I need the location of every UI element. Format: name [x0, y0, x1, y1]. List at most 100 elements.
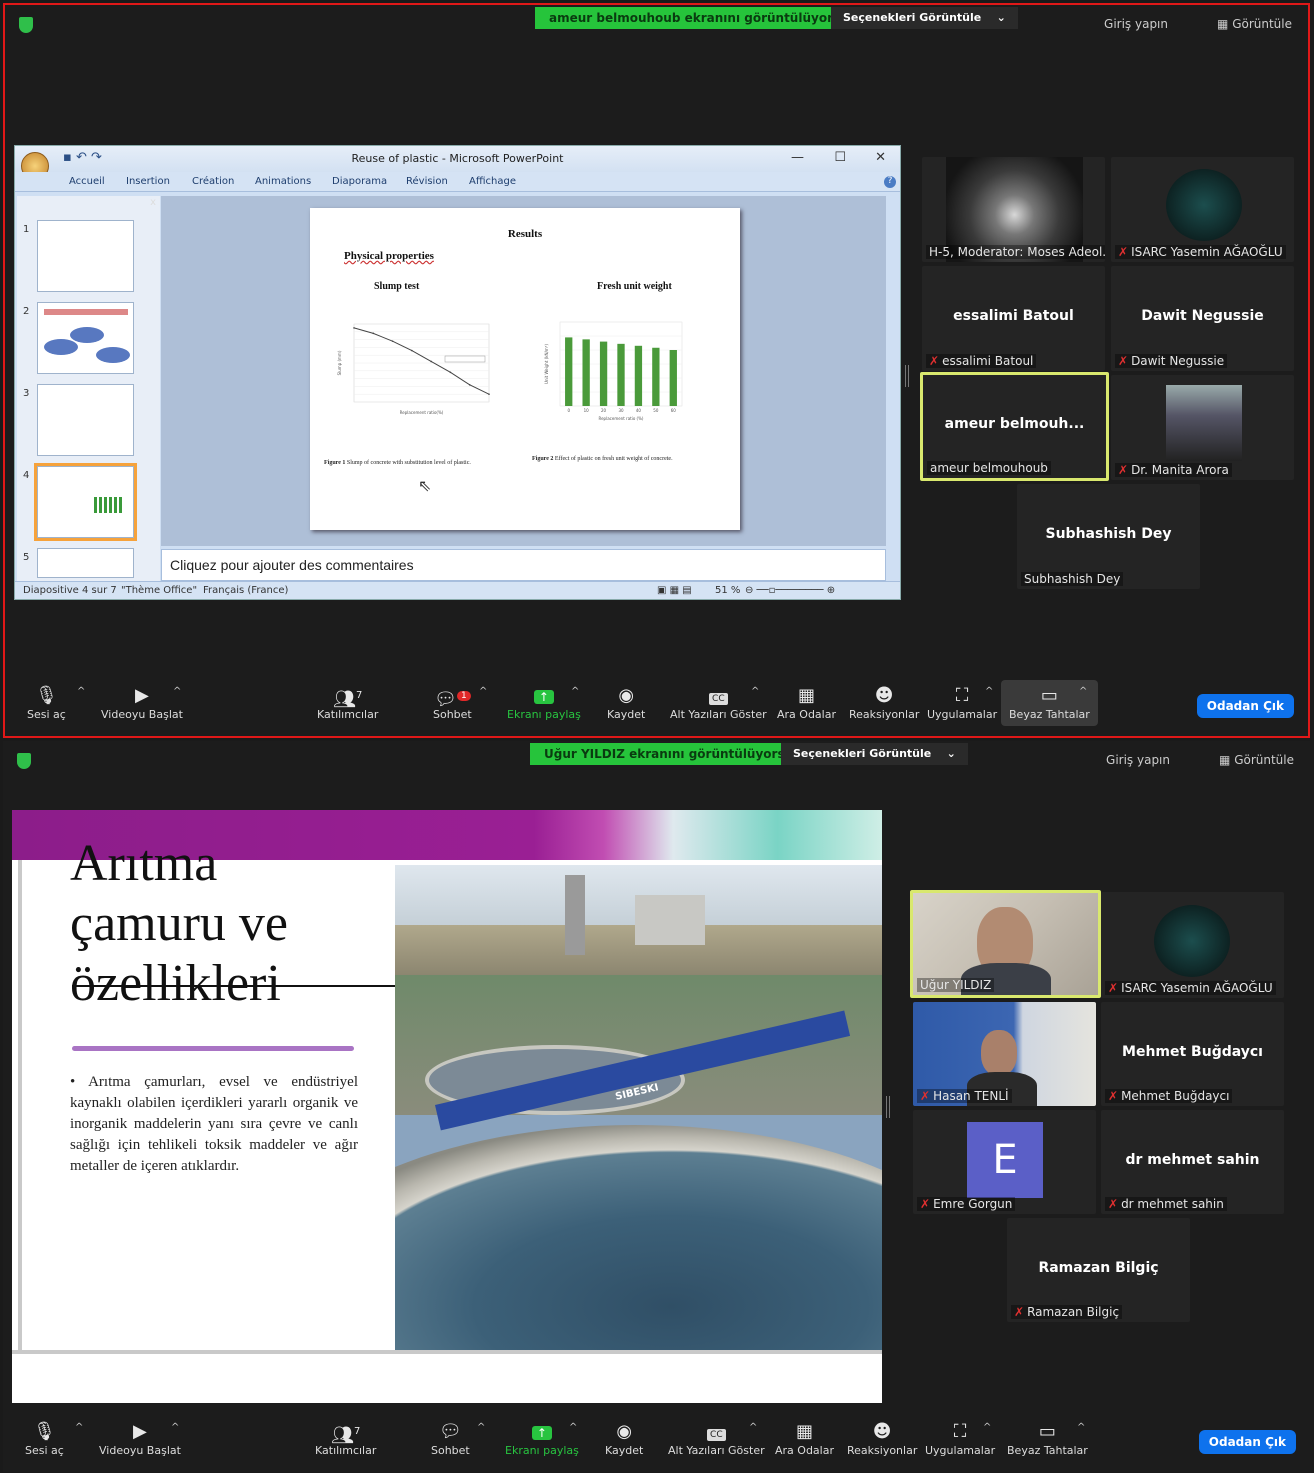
- participant-tile[interactable]: ✗ ISARC Yasemin AĞAOĞLU: [1111, 157, 1294, 262]
- tab-creation[interactable]: Création: [192, 176, 234, 187]
- tab-insertion[interactable]: Insertion: [126, 176, 170, 187]
- powerpoint-window[interactable]: Reuse of plastic - Microsoft PowerPoint …: [14, 145, 901, 600]
- mic-muted-icon: 🎙︎: [32, 1421, 56, 1442]
- chevron-up-icon[interactable]: ^: [171, 1422, 179, 1433]
- participant-tile[interactable]: dr mehmet sahin ✗ dr mehmet sahin: [1101, 1110, 1284, 1214]
- slide-canvas[interactable]: Results Physical properties Slump test F…: [161, 196, 886, 546]
- start-video-button[interactable]: ▶︎ Videoyu Başlat: [101, 684, 183, 721]
- unmute-button[interactable]: 🎙︎ Sesi aç: [27, 684, 66, 721]
- start-video-button[interactable]: ▶︎ Videoyu Başlat: [99, 1420, 181, 1457]
- participant-display-name: dr mehmet sahin: [1125, 1151, 1260, 1168]
- unmute-button[interactable]: 🎙︎ Sesi aç: [25, 1420, 64, 1457]
- reactions-icon: ☻: [874, 685, 894, 706]
- participant-tile[interactable]: ✗ Dr. Manita Arora: [1111, 375, 1294, 480]
- security-shield-icon[interactable]: [17, 753, 31, 769]
- help-icon[interactable]: ?: [884, 176, 896, 188]
- chevron-up-icon[interactable]: ^: [477, 1422, 485, 1433]
- slump-point: [488, 393, 490, 395]
- chevron-up-icon[interactable]: ^: [1079, 686, 1087, 697]
- status-language[interactable]: Français (France): [203, 585, 288, 596]
- slide-thumbnail-2[interactable]: [37, 302, 134, 374]
- chevron-up-icon[interactable]: ^: [173, 686, 181, 697]
- participant-tile[interactable]: ✗ Hasan TENLİ: [913, 1002, 1096, 1106]
- slide-thumbnail-4[interactable]: [34, 463, 137, 541]
- leave-button[interactable]: Odadan Çık: [1196, 694, 1294, 718]
- slump-point: [372, 332, 375, 335]
- security-shield-icon[interactable]: [19, 17, 33, 33]
- x-axis-label: Replacement ratio(%): [400, 410, 444, 415]
- view-button[interactable]: ▦ Görüntüle: [1219, 753, 1294, 767]
- tab-affichage[interactable]: Affichage: [469, 176, 516, 187]
- chevron-up-icon[interactable]: ^: [479, 686, 487, 697]
- reactions-label: Reaksiyonlar: [849, 708, 920, 721]
- view-options-button[interactable]: Seçenekleri Görüntüle ⌄: [781, 743, 968, 765]
- view-options-button[interactable]: Seçenekleri Görüntüle ⌄: [831, 7, 1018, 29]
- resize-handle[interactable]: [886, 1096, 890, 1118]
- leave-button[interactable]: Odadan Çık: [1198, 1430, 1296, 1454]
- participant-tile[interactable]: Dawit Negussie ✗ Dawit Negussie: [1111, 266, 1294, 371]
- participant-tile[interactable]: essalimi Batoul ✗ essalimi Batoul: [922, 266, 1105, 371]
- sign-in-link[interactable]: Giriş yapın: [1106, 753, 1170, 767]
- whiteboards-button[interactable]: ▭ Beyaz Tahtalar: [1007, 1420, 1088, 1457]
- save-icon[interactable]: ▪ ↶ ↷: [63, 150, 102, 165]
- view-buttons-icon[interactable]: ▣ ▦ ▤: [657, 585, 692, 596]
- chevron-up-icon[interactable]: ^: [569, 1422, 577, 1433]
- participant-name: ✗ Dr. Manita Arora: [1115, 463, 1232, 477]
- participant-tile[interactable]: Subhashish Dey Subhashish Dey: [1017, 484, 1200, 589]
- slide-thumbnail-5[interactable]: [37, 548, 134, 578]
- unit-weight-bar: [669, 350, 677, 406]
- reactions-button[interactable]: ☻ Reaksiyonlar: [847, 1420, 917, 1457]
- tab-revision[interactable]: Révision: [406, 176, 448, 187]
- chat-label: Sohbet: [431, 1444, 470, 1457]
- shared-slide[interactable]: Arıtma çamuru ve özellikleri • Arıtma ça…: [12, 810, 882, 1403]
- participants-button[interactable]: 👥︎7 Katılımcılar: [315, 1420, 376, 1457]
- thumb-number: 3: [23, 388, 30, 399]
- participant-tile-active-speaker[interactable]: Uğur YILDIZ: [910, 890, 1101, 998]
- zoom-level[interactable]: 51 %: [715, 585, 740, 596]
- chevron-up-icon[interactable]: ^: [983, 1422, 991, 1433]
- slide-thumbnails-pane[interactable]: x 1 2 3 4 5: [17, 196, 160, 581]
- chevron-up-icon[interactable]: ^: [75, 1422, 83, 1433]
- chevron-up-icon[interactable]: ^: [571, 686, 579, 697]
- participant-tile[interactable]: E ✗ Emre Gorgun: [913, 1110, 1096, 1214]
- chevron-up-icon[interactable]: ^: [749, 1422, 757, 1433]
- participant-tile[interactable]: ✗ ISARC Yasemin AĞAOĞLU: [1101, 892, 1284, 998]
- chevron-down-icon: ⌄: [935, 747, 956, 760]
- zoom-slider[interactable]: ⊖ ──▫──────── ⊕: [745, 585, 835, 596]
- chevron-up-icon[interactable]: ^: [77, 686, 85, 697]
- slide-thumbnail-3[interactable]: [37, 384, 134, 456]
- participant-tile[interactable]: Mehmet Buğdaycı ✗ Mehmet Buğdaycı: [1101, 1002, 1284, 1106]
- view-options-label: Seçenekleri Görüntüle: [843, 11, 982, 24]
- tab-diaporama[interactable]: Diaporama: [332, 176, 387, 187]
- notes-field[interactable]: Cliquez pour ajouter des commentaires: [161, 549, 886, 581]
- minimize-icon[interactable]: —: [791, 150, 804, 165]
- chevron-up-icon[interactable]: ^: [1077, 1422, 1085, 1433]
- participant-tile[interactable]: Ramazan Bilgiç ✗ Ramazan Bilgiç: [1007, 1218, 1190, 1322]
- close-icon[interactable]: ✕: [875, 150, 886, 165]
- resize-handle[interactable]: [905, 365, 909, 387]
- participants-button[interactable]: 👥︎7 Katılımcılar: [317, 684, 378, 721]
- maximize-icon[interactable]: ☐: [834, 150, 846, 165]
- breakout-rooms-button[interactable]: ▦ Ara Odalar: [777, 684, 836, 721]
- tab-animations[interactable]: Animations: [255, 176, 311, 187]
- chevron-up-icon[interactable]: ^: [751, 686, 759, 697]
- reactions-button[interactable]: ☻ Reaksiyonlar: [849, 684, 919, 721]
- slump-point: [449, 371, 452, 374]
- participant-tile-active-speaker[interactable]: ameur belmouh... ameur belmouhoub: [920, 372, 1109, 481]
- chat-button[interactable]: 💬︎ 1 Sohbet: [433, 684, 472, 721]
- breakout-rooms-button[interactable]: ▦ Ara Odalar: [775, 1420, 834, 1457]
- share-screen-button[interactable]: ↑ Ekranı paylaş: [505, 1420, 579, 1457]
- slide-divider: [12, 1350, 882, 1354]
- sign-in-link[interactable]: Giriş yapın: [1104, 17, 1168, 31]
- chevron-up-icon[interactable]: ^: [985, 686, 993, 697]
- slide-thumbnail-1[interactable]: [37, 220, 134, 292]
- share-screen-button[interactable]: ↑ Ekranı paylaş: [507, 684, 581, 721]
- participant-tile[interactable]: H-5, Moderator: Moses Adeol...: [922, 157, 1105, 262]
- record-button[interactable]: ◉ Kaydet: [607, 684, 645, 721]
- close-pane-icon[interactable]: x: [150, 197, 156, 208]
- record-button[interactable]: ◉ Kaydet: [605, 1420, 643, 1457]
- current-slide[interactable]: Results Physical properties Slump test F…: [310, 208, 740, 530]
- chat-button[interactable]: 💬︎ Sohbet: [431, 1420, 470, 1457]
- view-button[interactable]: ▦ Görüntüle: [1217, 17, 1292, 31]
- tab-accueil[interactable]: Accueil: [69, 176, 105, 187]
